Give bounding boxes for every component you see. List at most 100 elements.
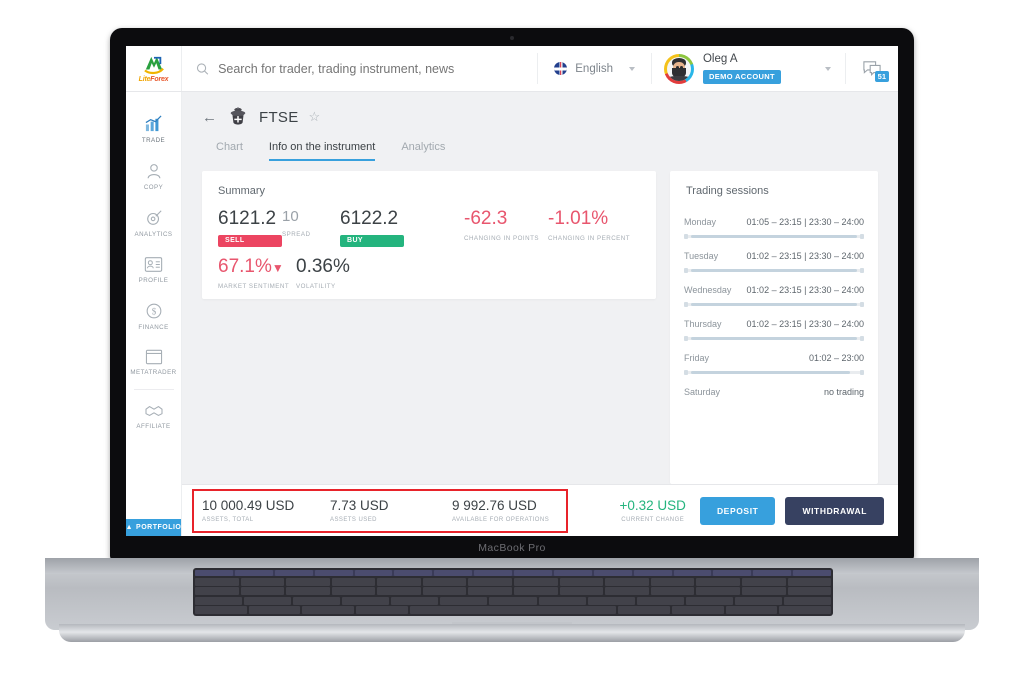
- sidebar-item-metatrader[interactable]: METATRADER: [126, 340, 181, 385]
- tab-info-on-the-instrument[interactable]: Info on the instrument: [268, 141, 376, 161]
- sidebar-item-affiliate[interactable]: AFFILIATE: [126, 394, 181, 439]
- market-sentiment-value: 67.1%▼: [218, 255, 284, 277]
- volatility-caption: VOLATILITY: [296, 282, 336, 290]
- search-input[interactable]: [218, 61, 524, 76]
- keyboard-key: [696, 587, 740, 595]
- brand-wordmark: LiteForex: [139, 76, 169, 83]
- uk-flag-icon: [554, 62, 568, 75]
- keyboard-key: [331, 587, 376, 595]
- main-content: ← FTSE ☆ Chart Info on the instrument An…: [182, 92, 898, 536]
- session-bar: [684, 302, 864, 307]
- session-cap-end: [860, 336, 864, 341]
- session-day: Friday: [684, 353, 710, 363]
- star-icon[interactable]: ☆: [309, 109, 321, 125]
- svg-text:$: $: [151, 307, 156, 317]
- keyboard-key: [787, 577, 832, 586]
- touch-bar-segment: [753, 570, 792, 576]
- touch-bar-segment: [274, 570, 313, 576]
- keyboard-key: [286, 577, 330, 586]
- tab-chart[interactable]: Chart: [216, 141, 243, 161]
- sidebar-item-trade[interactable]: TRADE: [126, 106, 181, 153]
- keyboard: [193, 568, 833, 616]
- liteforex-mark-icon: [143, 55, 165, 75]
- chart-bars-icon: [145, 115, 162, 132]
- keyboard-key: [244, 596, 292, 605]
- laptop-foot: [59, 624, 965, 642]
- language-label: English: [575, 62, 613, 75]
- summary-title: Summary: [218, 185, 266, 197]
- search-icon: [196, 62, 209, 75]
- session-bar: [684, 268, 864, 273]
- summary-metrics-row: 6121.2 SELL 10 SPREAD 6122.2 BUY -62.3 C…: [202, 197, 656, 247]
- keyboard-key: [302, 606, 355, 614]
- session-cap-end: [860, 370, 864, 375]
- sidebar-portfolio-toggle[interactable]: ▲ PORTFOLIO: [126, 519, 181, 536]
- metric-buy: 6122.2 BUY: [340, 208, 404, 247]
- keyboard-key: [356, 606, 408, 614]
- keyboard-key: [514, 577, 558, 586]
- spread-value: 10: [282, 208, 299, 225]
- keyboard-key: [195, 577, 239, 586]
- session-row: Monday 01:05 – 23:15 | 23:30 – 24:00: [684, 205, 864, 239]
- available-value: 9 992.76 USD: [452, 498, 537, 513]
- keyboard-key: [787, 587, 832, 595]
- search-bar[interactable]: [182, 46, 537, 91]
- avatar: [663, 53, 694, 84]
- keyboard-key: [195, 587, 239, 595]
- spread-caption: SPREAD: [282, 230, 311, 238]
- deposit-button[interactable]: DEPOSIT: [699, 496, 776, 525]
- session-row: Thursday 01:02 – 23:15 | 23:30 – 24:00: [684, 307, 864, 341]
- laptop-deck: [45, 558, 979, 630]
- panels-row: Summary 6121.2 SELL 10 SPREAD 6122.2 BUY…: [182, 161, 898, 484]
- liteforex-app: LiteForex English: [126, 46, 898, 536]
- withdrawal-button[interactable]: WITHDRAWAL: [785, 496, 884, 525]
- messages-button[interactable]: 51: [846, 46, 898, 91]
- session-time: 01:05 – 23:15 | 23:30 – 24:00: [746, 217, 864, 227]
- touch-bar-segment: [713, 570, 752, 576]
- touch-bar-segment: [354, 570, 393, 576]
- keyboard-key: [331, 577, 376, 586]
- sidebar-item-analytics[interactable]: ANALYTICS: [126, 200, 181, 247]
- session-time: 01:02 – 23:00: [808, 353, 864, 363]
- keyboard-key: [440, 596, 488, 605]
- chevron-down-icon[interactable]: [825, 66, 831, 71]
- buy-badge[interactable]: BUY: [340, 234, 404, 247]
- sidebar-item-finance[interactable]: $ FINANCE: [126, 293, 181, 340]
- sell-badge[interactable]: SELL: [218, 234, 282, 247]
- webcam-icon: [510, 36, 514, 40]
- session-day: Saturday: [684, 387, 721, 397]
- session-row-header: Monday 01:05 – 23:15 | 23:30 – 24:00: [684, 217, 864, 227]
- sidebar-divider: [133, 389, 174, 390]
- touch-bar: [195, 570, 831, 576]
- session-fill: [691, 337, 857, 340]
- keyboard-key: [422, 577, 467, 586]
- language-selector[interactable]: English: [538, 46, 651, 91]
- current-change: +0.32 USD CURRENT CHANGE: [620, 498, 686, 523]
- keyboard-key: [559, 577, 604, 586]
- available-for-operations: 9 992.76 USD AVAILABLE FOR OPERATIONS: [452, 498, 574, 523]
- handshake-icon: [144, 406, 163, 416]
- sidebar-item-profile[interactable]: PROFILE: [126, 247, 181, 293]
- account-menu[interactable]: Oleg A DEMO ACCOUNT: [652, 46, 845, 91]
- keyboard-row: [195, 577, 832, 586]
- session-row: Tuesday 01:02 – 23:15 | 23:30 – 24:00: [684, 239, 864, 273]
- assets-used: 7.73 USD ASSETS USED: [330, 498, 452, 523]
- sidebar-label-trade: TRADE: [141, 137, 166, 144]
- sidebar-label-copy: COPY: [143, 184, 164, 191]
- chevron-down-icon[interactable]: [628, 66, 635, 71]
- session-day: Wednesday: [684, 285, 732, 295]
- sidebar-item-copy[interactable]: COPY: [126, 153, 181, 200]
- sell-price: 6121.2: [218, 208, 277, 229]
- keyboard-key: [240, 587, 285, 595]
- keyboard-key: [605, 587, 649, 595]
- keyboard-key: [409, 606, 617, 614]
- brand-logo[interactable]: LiteForex: [126, 46, 182, 91]
- instrument-tabs: Chart Info on the instrument Analytics: [182, 128, 898, 161]
- tab-analytics[interactable]: Analytics: [401, 141, 445, 161]
- keyboard-row: [195, 606, 832, 614]
- metric-market-sentiment: 67.1%▼ MARKET SENTIMENT: [218, 255, 296, 290]
- back-arrow-icon[interactable]: ←: [202, 110, 217, 125]
- sessions-title: Trading sessions: [686, 185, 769, 197]
- page-title: FTSE: [259, 108, 299, 126]
- session-fill: [691, 269, 857, 272]
